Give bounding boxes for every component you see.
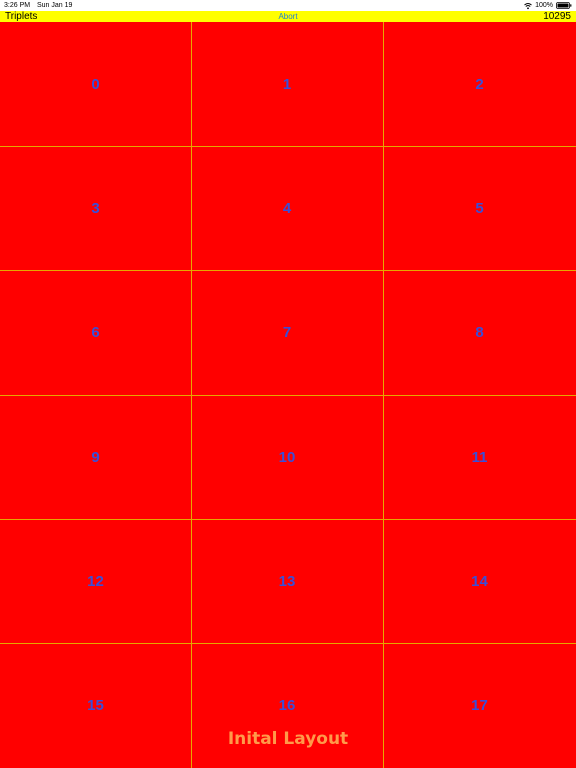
grid-cell-6[interactable]: 6 (0, 270, 191, 395)
grid-cell-2[interactable]: 2 (383, 22, 576, 146)
battery-icon (556, 2, 572, 9)
grid-cell-7[interactable]: 7 (191, 270, 383, 395)
grid-cell-17[interactable]: 17 (383, 643, 576, 768)
grid-cell-16[interactable]: 16 (191, 643, 383, 768)
battery-percent: 100% (535, 2, 553, 9)
grid-divider (0, 146, 576, 147)
grid-cell-0[interactable]: 0 (0, 22, 191, 146)
grid-divider (0, 395, 576, 396)
status-time: 3:26 PM (4, 2, 31, 9)
grid-cell-12[interactable]: 12 (0, 519, 191, 643)
grid-cell-15[interactable]: 15 (0, 643, 191, 768)
grid-cell-8[interactable]: 8 (383, 270, 576, 395)
wifi-icon (524, 2, 532, 10)
grid-cell-10[interactable]: 10 (191, 395, 383, 519)
grid-divider (0, 643, 576, 644)
grid-cell-11[interactable]: 11 (383, 395, 576, 519)
grid-divider (0, 270, 576, 271)
layout-status-label: Inital Layout (227, 729, 349, 749)
title-bar: Triplets Abort 10295 (0, 11, 576, 22)
grid-cell-3[interactable]: 3 (0, 146, 191, 270)
grid-cell-9[interactable]: 9 (0, 395, 191, 519)
status-bar: 3:26 PM Sun Jan 19 100% (0, 0, 576, 11)
game-grid: 17 16 15 14 13 12 11 10 9 8 7 6 5 4 3 2 1 0 (0, 22, 576, 768)
score-display: 10295 (543, 11, 571, 22)
grid-cell-13[interactable]: 13 (191, 519, 383, 643)
abort-button-row: Abort (0, 11, 576, 22)
grid-cell-5[interactable]: 5 (383, 146, 576, 270)
grid-cell-14[interactable]: 14 (383, 519, 576, 643)
abort-button[interactable]: Abort (278, 12, 297, 21)
status-date: Sun Jan 19 (37, 2, 73, 9)
status-indicators: 100% (524, 0, 572, 11)
grid-cell-1[interactable]: 1 (191, 22, 383, 146)
grid-cell-4[interactable]: 4 (191, 146, 383, 270)
grid-divider (0, 519, 576, 520)
